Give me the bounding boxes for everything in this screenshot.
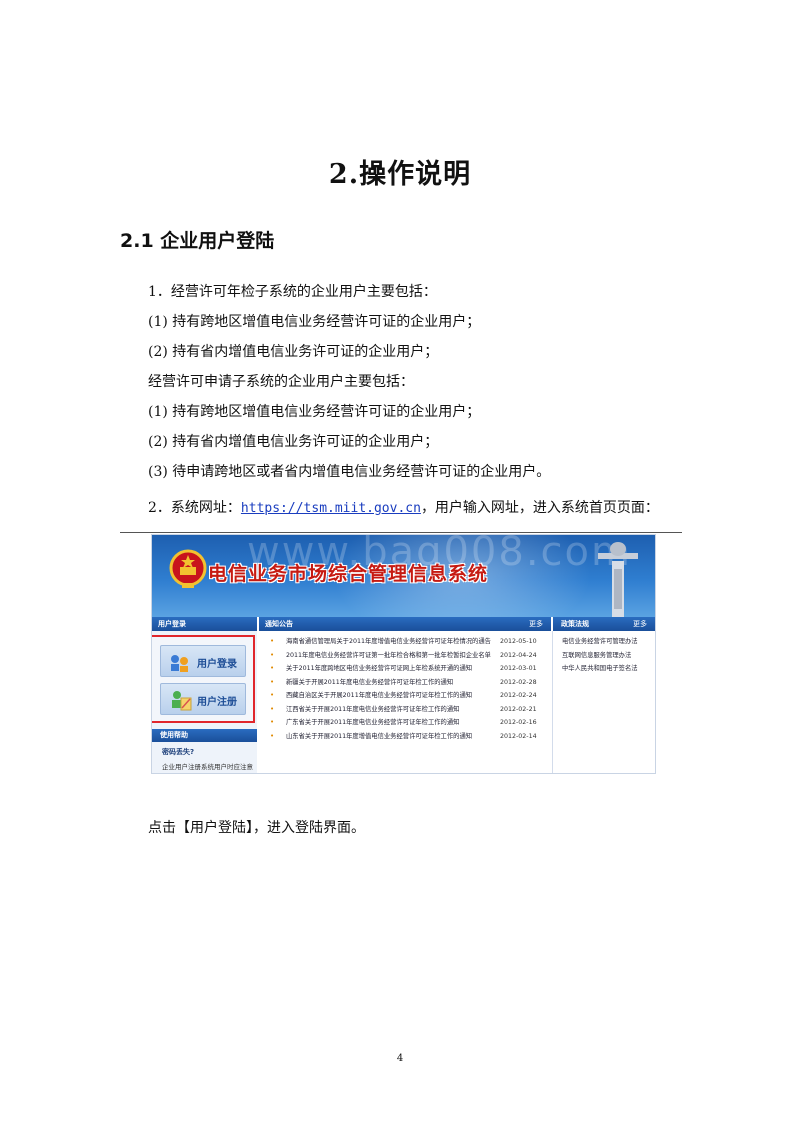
notice-date: 2012-04-24 — [500, 651, 537, 659]
page-number: 4 — [396, 1053, 404, 1064]
notice-date: 2012-02-16 — [500, 719, 537, 726]
notice-item[interactable]: • 新疆关于开展2011年度电信业务经营许可证年检工作的通知 2012-02-28 — [264, 676, 550, 690]
notice-title: 关于2011年度跨地区电信业务经营许可证网上年检系统开通的通知 — [286, 665, 473, 672]
bullet-icon: • — [270, 664, 275, 672]
user-register-label: 用户注册 — [197, 697, 237, 708]
notice-item[interactable]: • 海南省通信管理局关于2011年度增值电信业务经营许可证年检情况的通告 2012-… — [264, 635, 550, 649]
user-login-button[interactable]: 用户登录 — [160, 645, 246, 677]
notice-section-bar: 通知公告 更多 — [259, 617, 551, 631]
bullet-icon: • — [270, 704, 275, 713]
notice-date: 2012-05-10 — [500, 638, 537, 645]
page-title: 2.操作说明 — [328, 159, 472, 190]
policy-item[interactable]: 中华人民共和国电子签名法 — [562, 662, 638, 676]
url-suffix: ，用户输入网址，进入系统首页页面： — [420, 500, 659, 516]
notice-date: 2012-02-28 — [500, 678, 537, 686]
help-answer-link[interactable]: 企业用户注册系统用户时应注意 — [162, 761, 253, 771]
divider — [120, 532, 682, 533]
login-highlight-box: 用户登录 用户注册 — [152, 635, 255, 723]
login-bar-label: 用户登录 — [158, 620, 186, 628]
policy-bar-label: 政策法规 — [561, 620, 589, 628]
policy-more-link[interactable]: 更多 — [633, 617, 647, 631]
notice-item[interactable]: • 山东省关于开展2011年度增值电信业务经营许可证年检工作的通知 2012-02-… — [264, 730, 550, 744]
bullet-icon: • — [270, 637, 275, 645]
notice-title: 海南省通信管理局关于2011年度增值电信业务经营许可证年检情况的通告 — [286, 638, 491, 645]
notice-title: 2011年度电信业务经营许可证第一批年检合格和第一批年检暂扣企业名单 — [286, 651, 491, 659]
system-homepage-screenshot: www.bag008.com 电信业务市场综合管理信息系统 用户登录 通知公告 更… — [151, 534, 656, 774]
site-banner: www.bag008.com 电信业务市场综合管理信息系统 — [152, 535, 655, 617]
policy-item[interactable]: 电信业务经营许可管理办法 — [562, 635, 638, 649]
paragraph-1: 1．经营许可年检子系统的企业用户主要包括： — [148, 284, 437, 300]
system-title: 电信业务市场综合管理信息系统 — [208, 563, 489, 585]
system-url-link[interactable]: https://tsm.miit.gov.cn — [241, 501, 421, 516]
paragraph-4: 经营许可申请子系统的企业用户主要包括： — [148, 374, 414, 390]
notice-list: • 海南省通信管理局关于2011年度增值电信业务经营许可证年检情况的通告 2012-… — [264, 635, 550, 743]
section-heading: 2.1 企业用户登陆 — [120, 230, 275, 252]
notice-item[interactable]: • 广东省关于开展2011年度电信业务经营许可证年检工作的通知 2012-02-16 — [264, 716, 550, 730]
policy-list: 电信业务经营许可管理办法 互联网信息服务管理办法 中华人民共和国电子签名法 — [562, 635, 638, 676]
user-register-button[interactable]: 用户注册 — [160, 683, 246, 715]
url-paragraph: 2．系统网址：https://tsm.miit.gov.cn，用户输入网址，进入… — [148, 498, 659, 519]
national-emblem-icon — [169, 549, 207, 588]
notice-item[interactable]: • 关于2011年度跨地区电信业务经营许可证网上年检系统开通的通知 2012-03-… — [264, 662, 550, 676]
notice-title: 江西省关于开展2011年度电信业务经营许可证年检工作的通知 — [286, 705, 460, 713]
user-login-icon — [171, 655, 188, 672]
notice-date: 2012-02-14 — [500, 732, 537, 740]
user-login-label: 用户登录 — [197, 659, 237, 670]
notice-title: 西藏自治区关于开展2011年度电信业务经营许可证年检工作的通知 — [286, 692, 473, 699]
paragraph-6: (2) 持有省内增值电信业务许可证的企业用户； — [148, 434, 439, 450]
bullet-icon: • — [270, 731, 275, 740]
login-section-bar: 用户登录 — [152, 617, 257, 631]
help-section-bar: 使用帮助 — [152, 729, 257, 742]
bullet-icon: • — [270, 650, 275, 659]
policy-section-bar: 政策法规 更多 — [553, 617, 655, 631]
huabiao-pillar-icon — [598, 542, 638, 617]
notice-title: 山东省关于开展2011年度增值电信业务经营许可证年检工作的通知 — [286, 732, 473, 740]
notice-date: 2012-03-01 — [500, 665, 537, 672]
bullet-icon: • — [270, 691, 275, 699]
paragraph-7: (3) 待申请跨地区或者省内增值电信业务经营许可证的企业用户。 — [148, 464, 551, 480]
notice-date: 2012-02-21 — [500, 705, 537, 713]
column-divider — [552, 631, 553, 773]
notice-more-link[interactable]: 更多 — [529, 617, 543, 631]
instruction-text: 点击【用户登陆】，进入登陆界面。 — [148, 820, 365, 836]
paragraph-2: (1) 持有跨地区增值电信业务经营许可证的企业用户； — [148, 314, 481, 330]
help-question-link[interactable]: 密码丢失? — [162, 747, 194, 757]
policy-item[interactable]: 互联网信息服务管理办法 — [562, 649, 638, 663]
bullet-icon: • — [270, 677, 275, 686]
paragraph-5: (1) 持有跨地区增值电信业务经营许可证的企业用户； — [148, 404, 481, 420]
url-prefix: 2．系统网址： — [148, 500, 241, 516]
notice-item[interactable]: • 西藏自治区关于开展2011年度电信业务经营许可证年检工作的通知 2012-02-… — [264, 689, 550, 703]
notice-item[interactable]: • 江西省关于开展2011年度电信业务经营许可证年检工作的通知 2012-02-21 — [264, 703, 550, 717]
notice-bar-label: 通知公告 — [265, 620, 293, 628]
notice-item[interactable]: • 2011年度电信业务经营许可证第一批年检合格和第一批年检暂扣企业名单 2012-… — [264, 649, 550, 663]
notice-title: 新疆关于开展2011年度电信业务经营许可证年检工作的通知 — [286, 678, 454, 686]
bullet-icon: • — [270, 718, 275, 726]
notice-title: 广东省关于开展2011年度电信业务经营许可证年检工作的通知 — [286, 719, 460, 726]
paragraph-3: (2) 持有省内增值电信业务许可证的企业用户； — [148, 344, 439, 360]
notice-date: 2012-02-24 — [500, 692, 537, 699]
user-register-icon — [172, 691, 192, 711]
